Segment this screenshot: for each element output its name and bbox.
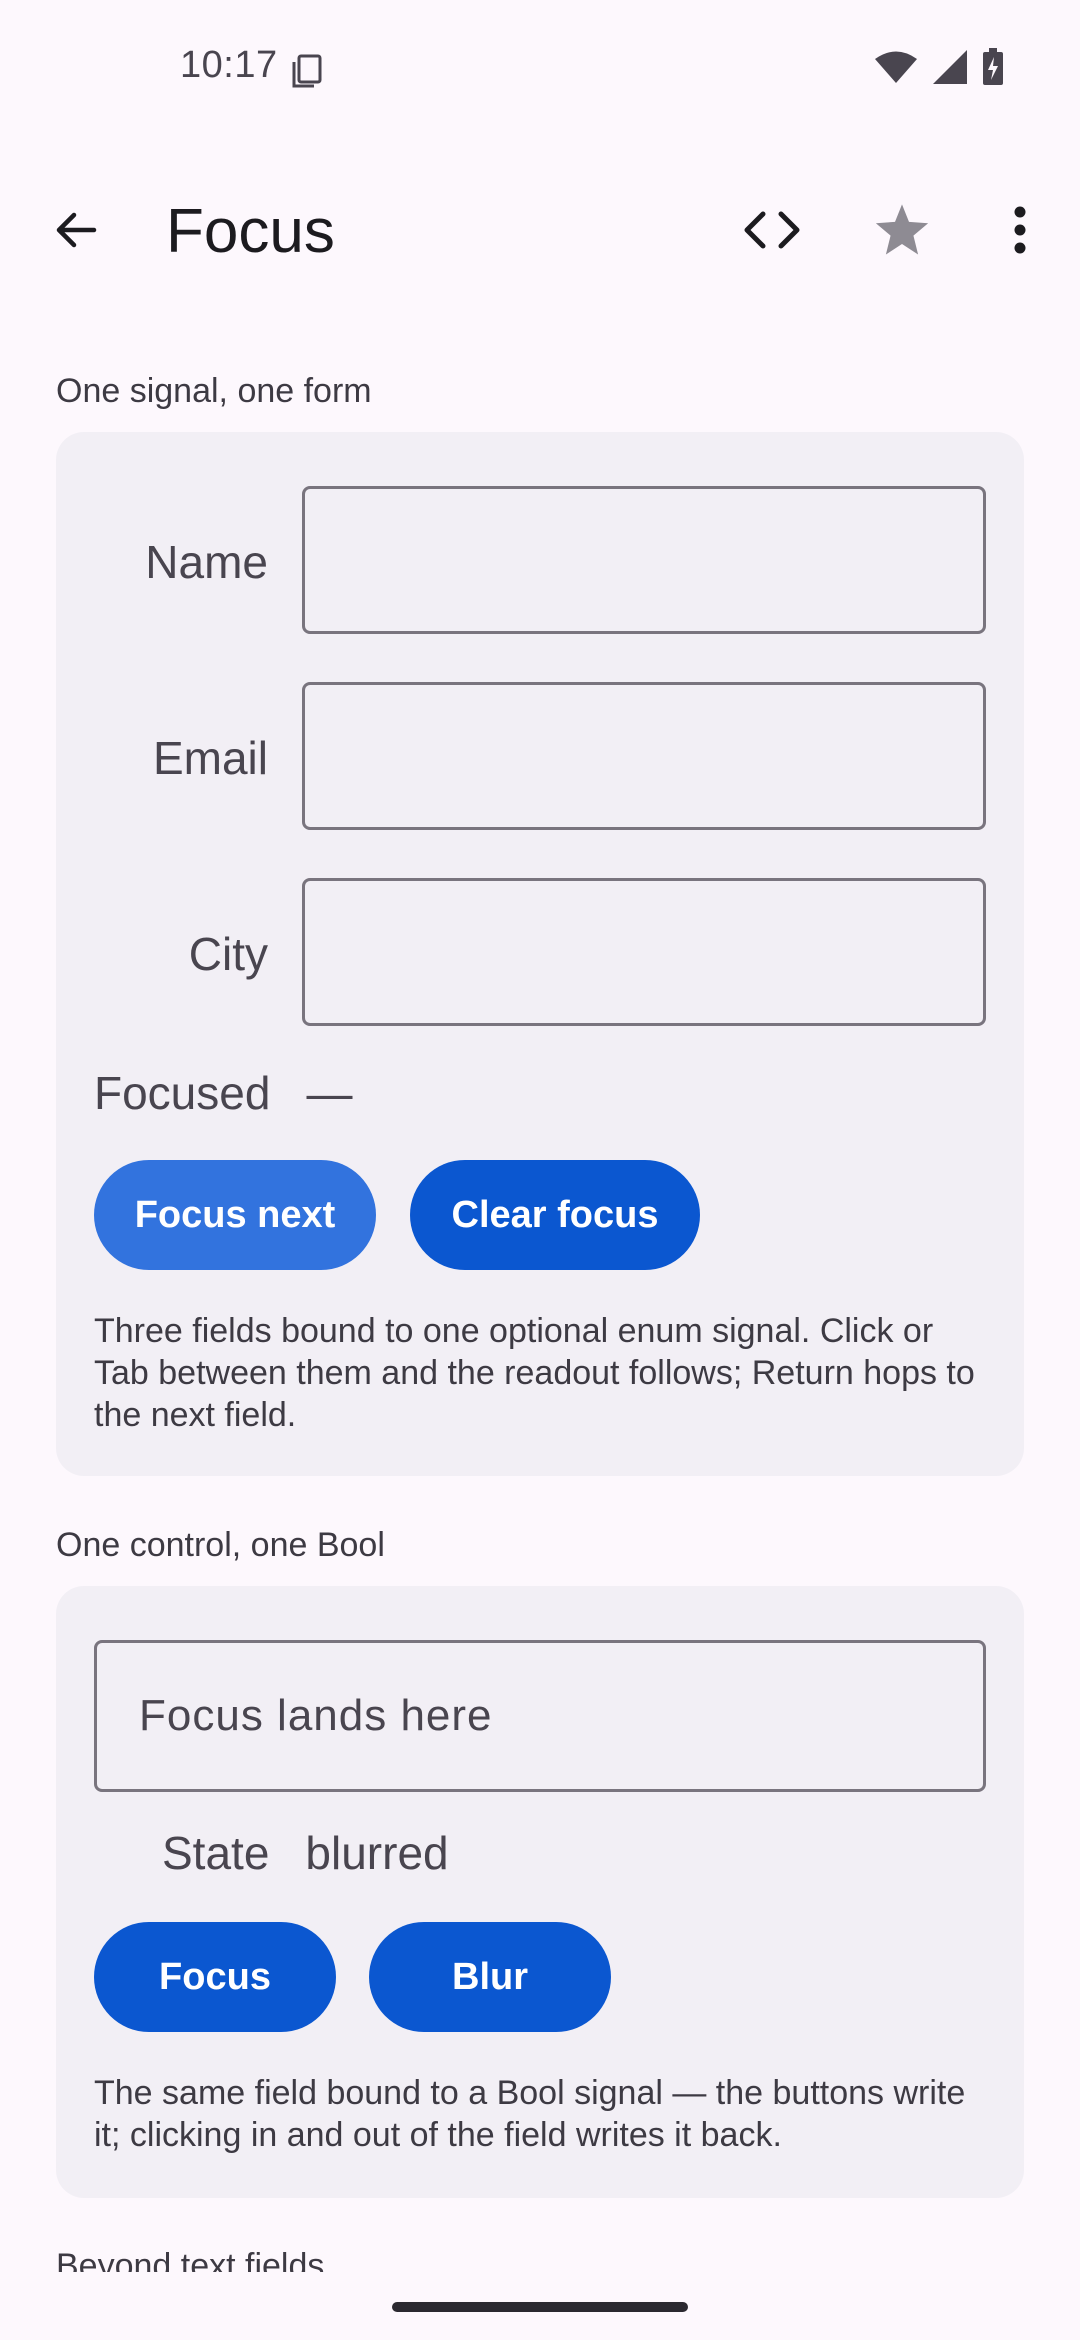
app-screen: 10:17 Focus One signal, one form Name Em… — [0, 0, 1080, 2340]
section-header-one-form: One signal, one form — [56, 372, 372, 410]
state-readout: State blurred — [162, 1826, 449, 1880]
state-value: blurred — [305, 1827, 449, 1879]
name-label: Name — [145, 536, 268, 588]
clear-focus-button[interactable]: Clear focus — [410, 1160, 700, 1270]
gesture-nav-handle[interactable] — [392, 2302, 688, 2312]
top-app-bar: Focus — [0, 170, 1080, 280]
email-field-row: Email — [56, 682, 1024, 834]
battery-charging-icon — [983, 48, 1003, 85]
focused-value: — — [306, 1067, 353, 1119]
status-bar: 10:17 — [0, 0, 1080, 140]
bool-card: Focus lands here State blurred Focus Blu… — [56, 1586, 1024, 2198]
more-options-button[interactable] — [978, 188, 1062, 272]
city-input[interactable] — [302, 878, 986, 1026]
section-header-beyond-text-fields: Beyond text fields — [56, 2247, 325, 2272]
back-arrow-icon — [56, 212, 97, 248]
form-card: Name Email City Focused — Focus next Cle… — [56, 432, 1024, 1476]
view-source-button[interactable] — [730, 188, 814, 272]
email-label: Email — [152, 732, 268, 784]
status-time: 10:17 — [180, 44, 278, 86]
state-label: State — [162, 1827, 270, 1879]
focus-next-button[interactable]: Focus next — [94, 1160, 376, 1270]
name-input[interactable] — [302, 486, 986, 634]
city-field-row: City — [56, 878, 1024, 1030]
more-vertical-icon — [1014, 206, 1026, 254]
form-description: Three fields bound to one optional enum … — [94, 1312, 975, 1434]
code-brackets-icon — [744, 211, 800, 249]
star-icon — [875, 204, 929, 255]
back-button[interactable] — [36, 190, 116, 270]
bool-description: The same field bound to a Bool signal — … — [94, 2074, 966, 2154]
blur-button[interactable]: Blur — [369, 1922, 611, 2032]
sim-card-icon — [292, 54, 322, 88]
status-icons — [874, 48, 1004, 86]
city-label: City — [188, 928, 268, 980]
wifi-icon — [875, 51, 917, 83]
email-input[interactable] — [302, 682, 986, 830]
focus-button[interactable]: Focus — [94, 1922, 336, 2032]
section-header-one-bool: One control, one Bool — [56, 1526, 385, 1564]
favorite-button[interactable] — [860, 188, 944, 272]
focus-target-input[interactable]: Focus lands here — [94, 1640, 986, 1792]
focused-label: Focused — [94, 1067, 271, 1119]
page-title: Focus — [166, 197, 335, 266]
name-field-row: Name — [56, 486, 1024, 638]
focused-readout: Focused — — [94, 1066, 352, 1120]
signal-icon — [933, 50, 967, 84]
